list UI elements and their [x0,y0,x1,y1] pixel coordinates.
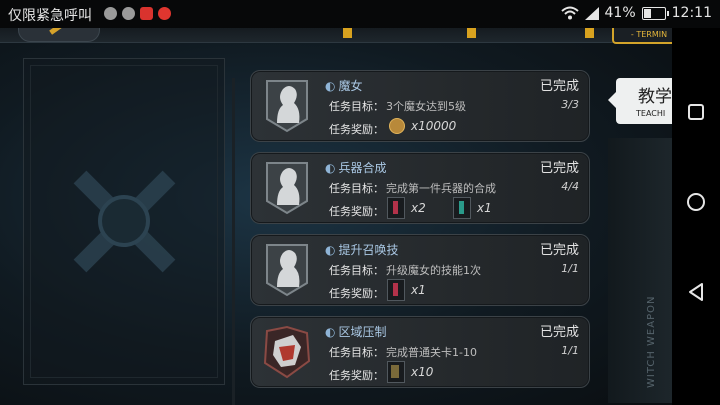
crate-icon [387,361,405,383]
task-status: 已完成 [539,243,579,258]
signal-icon [584,6,599,20]
task-card[interactable]: ◐ 魔女 已完成 任务目标： 3个魔女达到5级 3/3 任务奖励： x10000 [250,70,590,142]
reward-qty: x1 [411,283,426,297]
back-button[interactable] [18,28,100,42]
recents-icon[interactable] [686,102,706,122]
game-screen: - TERMIN ◐ 魔女 已完成 任务目标： 3个魔女达到5级 3/3 任务奖励… [0,28,672,405]
task-card[interactable]: ◐ 提升召唤技 已完成 任务目标： 升级魔女的技能1次 1/1 任务奖励： x1 [250,234,590,306]
task-reward-label: 任务奖励： [329,287,384,300]
red-potion-icon [387,197,405,219]
task-reward-label: 任务奖励： [329,123,384,136]
red-potion-icon [387,279,405,301]
task-title: ◐ 兵器合成 [325,161,387,175]
resource-slot [482,28,594,38]
notification-icons [104,7,171,20]
task-detail-panel [23,58,225,385]
status-bar: 仅限紧急呼叫 41% 12:11 [0,0,720,28]
coin-icon [389,118,405,134]
navigation-bar [672,28,720,405]
resource-slot [360,28,476,38]
side-rail [608,138,672,403]
home-icon[interactable] [686,192,706,212]
task-title: ◐ 区域压制 [325,325,387,339]
battery-icon [641,6,669,20]
task-progress: 4/4 [561,180,579,193]
task-reward-label: 任务奖励： [329,369,384,382]
task-title: ◐ 提升召唤技 [325,243,399,257]
witch-silhouette-icon [266,244,308,297]
terminal-button[interactable]: - TERMIN [612,28,672,44]
wifi-icon [560,6,579,20]
notification-icon [122,7,135,20]
task-card[interactable]: ◐ 兵器合成 已完成 任务目标： 完成第一件兵器的合成 4/4 任务奖励： x2 … [250,152,590,224]
notification-icon [140,7,153,20]
clock: 12:11 [671,5,712,21]
reward-qty: x1 [477,201,492,215]
resource-slot [232,28,352,38]
teaching-tab[interactable]: 教学 TEACHI [616,78,672,124]
side-label: WITCH WEAPON [646,295,657,388]
witch-silhouette-icon [266,162,308,215]
task-status: 已完成 [539,325,579,340]
red-mech-emblem-icon [263,325,311,379]
terminal-label: - TERMIN [630,30,668,39]
reward-qty: x2 [411,201,426,215]
task-goal-label: 任务目标： [329,264,384,277]
task-goal-label: 任务目标： [329,100,384,113]
teaching-tab-sublabel: TEACHI [636,109,666,118]
reward-qty: x10000 [411,119,457,133]
witch-silhouette-icon [266,80,308,133]
reward-item: x10000 [389,118,456,134]
task-reward-label: 任务奖励： [329,205,384,218]
task-goal: 完成普通关卡1-10 [386,346,477,359]
teaching-tab-label: 教学 [638,87,672,107]
notification-icon [104,7,117,20]
task-status: 已完成 [539,79,579,94]
task-goal-label: 任务目标： [329,182,384,195]
task-progress: 1/1 [561,344,579,357]
battery-percent: 41% [604,5,636,21]
reward-qty: x10 [411,365,434,379]
task-status: 已完成 [539,161,579,176]
reward-item: x1 [387,279,426,301]
reward-item: x2 [387,197,426,219]
task-goal: 升级魔女的技能1次 [386,264,481,277]
reward-item: x10 [387,361,433,383]
green-potion-icon [453,197,471,219]
task-card[interactable]: ◐ 区域压制 已完成 任务目标： 完成普通关卡1-10 1/1 任务奖励： x10 [250,316,590,388]
notification-icon [158,7,171,20]
task-progress: 3/3 [561,98,579,111]
task-goal-label: 任务目标： [329,346,384,359]
crossed-weapons-emblem-icon [73,170,176,273]
task-goal: 3个魔女达到5级 [386,100,466,113]
scrollbar[interactable] [232,78,235,405]
task-title: ◐ 魔女 [325,79,363,93]
task-progress: 1/1 [561,262,579,275]
carrier-label: 仅限紧急呼叫 [8,8,92,24]
reward-item: x1 [453,197,492,219]
back-nav-icon[interactable] [686,282,706,302]
task-goal: 完成第一件兵器的合成 [386,182,496,195]
